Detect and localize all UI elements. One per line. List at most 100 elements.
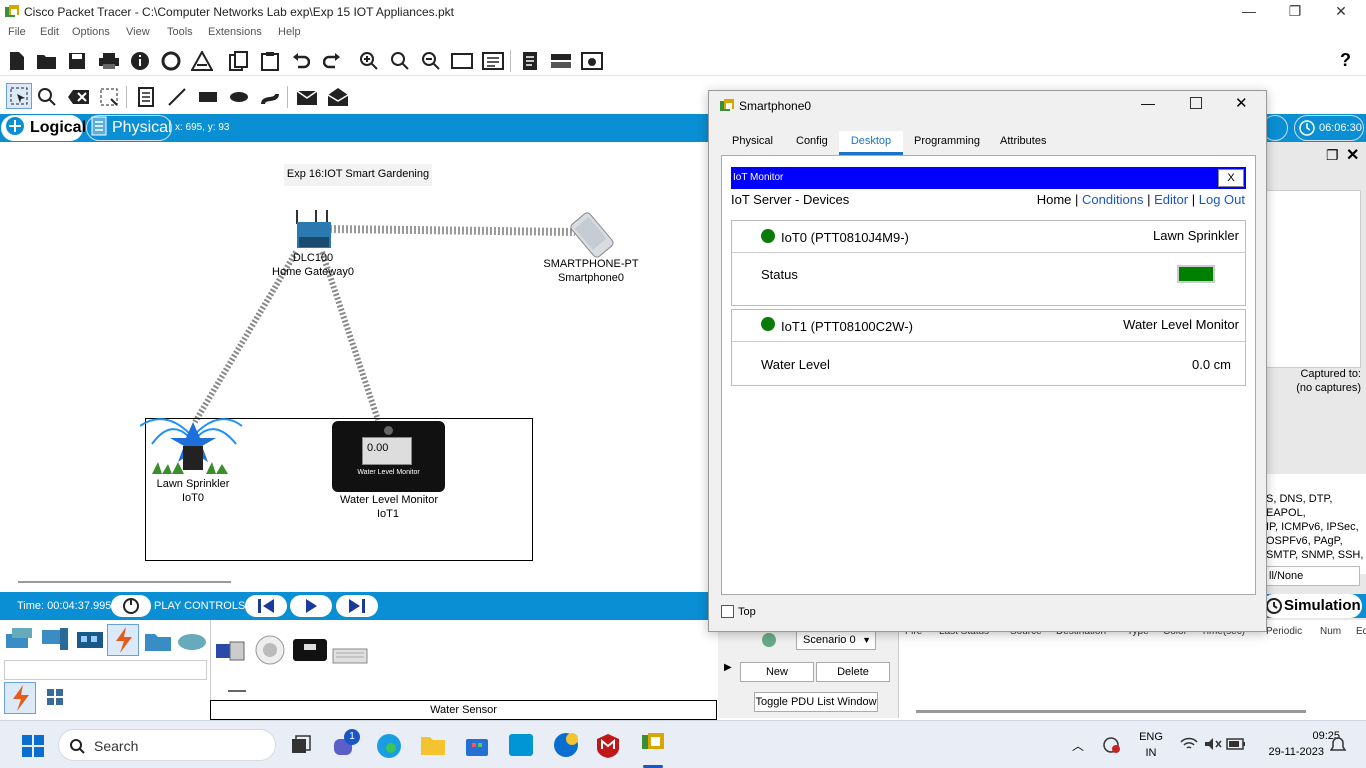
- multiuser-cloud-icon[interactable]: [176, 626, 208, 657]
- device-header-iot1[interactable]: IoT1 (PTT08100C2W-) Water Level Monitor: [732, 310, 1245, 342]
- lang-secondary[interactable]: IN: [1138, 747, 1164, 759]
- device-card-iot0[interactable]: IoT0 (PTT0810J4M9-) Lawn Sprinkler Statu…: [731, 220, 1246, 306]
- lang-primary[interactable]: ENG: [1138, 731, 1164, 743]
- device-subtype-field[interactable]: [4, 660, 207, 680]
- sensor-item-1-icon[interactable]: [214, 636, 248, 669]
- menu-tools[interactable]: Tools: [167, 26, 193, 38]
- drawing-palette-icon[interactable]: [451, 50, 473, 72]
- sensor-item-2-icon[interactable]: [254, 634, 286, 669]
- undo-icon[interactable]: [290, 50, 312, 72]
- notifications-bell-icon[interactable]: [1329, 737, 1347, 756]
- info-icon[interactable]: [129, 50, 151, 72]
- complex-pdu-icon[interactable]: [327, 86, 349, 108]
- water-level-monitor-icon[interactable]: 0.00 Water Level Monitor: [332, 421, 445, 492]
- power-cycle-button[interactable]: [111, 595, 151, 617]
- dialog-close-button[interactable]: ✕: [1235, 94, 1248, 112]
- toggle-pdu-list-button[interactable]: Toggle PDU List Window: [754, 692, 878, 712]
- expand-arrow-icon[interactable]: ▶: [724, 662, 732, 673]
- taskbar-date[interactable]: 29-11-2023: [1260, 746, 1324, 758]
- tab-physical[interactable]: Physical: [732, 135, 773, 155]
- menu-view[interactable]: View: [126, 26, 150, 38]
- close-panel-icon[interactable]: ✕: [1346, 145, 1359, 165]
- activity-wizard-icon[interactable]: [191, 50, 213, 72]
- myhp-icon[interactable]: [508, 733, 534, 760]
- network-wizard-icon[interactable]: [160, 50, 182, 72]
- place-note-icon[interactable]: [135, 86, 157, 108]
- battery-icon[interactable]: [1226, 737, 1246, 754]
- dialog-maximize-button[interactable]: [1190, 97, 1202, 109]
- new-scenario-button[interactable]: New: [740, 662, 814, 682]
- volume-muted-icon[interactable]: [1204, 737, 1222, 754]
- delete-icon[interactable]: [67, 86, 89, 108]
- menu-options[interactable]: Options: [72, 26, 110, 38]
- realtime-clock[interactable]: 06:06:30: [1294, 115, 1364, 141]
- tab-attributes[interactable]: Attributes: [1000, 135, 1046, 155]
- device-card-iot1[interactable]: IoT1 (PTT08100C2W-) Water Level Monitor …: [731, 309, 1246, 386]
- miscellaneous-icon[interactable]: [143, 626, 173, 657]
- packet-tracer-taskbar-icon[interactable]: [640, 731, 666, 760]
- play-button[interactable]: [290, 595, 332, 617]
- inspect-icon[interactable]: [36, 86, 58, 108]
- pdu-list-icon[interactable]: [519, 50, 541, 72]
- canvas-note[interactable]: Exp 16:IOT Smart Gardening: [284, 164, 432, 186]
- minimize-button[interactable]: —: [1226, 0, 1272, 24]
- zoom-in-icon[interactable]: [358, 50, 380, 72]
- grid-icon[interactable]: [46, 688, 64, 709]
- draw-rectangle-icon[interactable]: [197, 86, 219, 108]
- show-hidden-icons[interactable]: ︿: [1072, 737, 1084, 754]
- redo-icon[interactable]: [321, 50, 343, 72]
- draw-ellipse-icon[interactable]: [228, 86, 250, 108]
- step-forward-button[interactable]: [336, 595, 378, 617]
- freeform-icon[interactable]: [259, 86, 281, 108]
- canvas-scrollbar[interactable]: [18, 581, 231, 583]
- nav-home[interactable]: Home: [1037, 192, 1072, 207]
- tab-config[interactable]: Config: [796, 135, 828, 155]
- help-icon[interactable]: ?: [1340, 50, 1351, 71]
- simulation-tab[interactable]: Simulation: [1262, 594, 1362, 618]
- file-explorer-icon[interactable]: [420, 733, 446, 760]
- menu-help[interactable]: Help: [278, 26, 301, 38]
- end-devices-icon[interactable]: [40, 626, 70, 657]
- draw-line-icon[interactable]: [166, 86, 188, 108]
- nav-conditions[interactable]: Conditions: [1082, 192, 1143, 207]
- screenshot-icon[interactable]: [581, 50, 603, 72]
- hp-support-icon[interactable]: [552, 731, 580, 762]
- zoom-reset-icon[interactable]: [389, 50, 411, 72]
- float-icon[interactable]: ❐: [1326, 147, 1339, 164]
- mcafee-icon[interactable]: [596, 733, 620, 762]
- device-template-icon[interactable]: [550, 50, 572, 72]
- wifi-icon[interactable]: [1180, 737, 1198, 754]
- dialog-minimize-button[interactable]: —: [1141, 95, 1155, 111]
- home-gateway-icon[interactable]: [293, 207, 333, 256]
- status-indicator[interactable]: [1177, 265, 1215, 283]
- tab-desktop[interactable]: Desktop: [839, 131, 903, 155]
- simple-pdu-icon[interactable]: [296, 86, 318, 108]
- logical-workspace[interactable]: [0, 142, 712, 592]
- menu-file[interactable]: File: [8, 26, 26, 38]
- water-sensor-item-icon[interactable]: [292, 638, 328, 665]
- physical-view-tab[interactable]: Physical: [86, 115, 172, 141]
- resize-shape-icon[interactable]: [98, 86, 120, 108]
- delete-scenario-button[interactable]: Delete: [816, 662, 890, 682]
- event-list[interactable]: [1266, 190, 1361, 368]
- windows-start-icon[interactable]: [22, 735, 44, 760]
- logical-view-tab[interactable]: Logical: [1, 115, 86, 141]
- sensor-item-4-icon[interactable]: [332, 648, 368, 667]
- tab-programming[interactable]: Programming: [914, 135, 980, 155]
- smartphone-icon[interactable]: [562, 212, 622, 261]
- save-icon[interactable]: [66, 50, 88, 72]
- custom-device-icon[interactable]: [482, 50, 504, 72]
- network-status-icon[interactable]: [1102, 737, 1120, 756]
- show-all-none-button[interactable]: ll/None: [1266, 566, 1360, 586]
- top-checkbox[interactable]: [721, 605, 734, 618]
- task-view-icon[interactable]: [290, 735, 312, 758]
- iot-monitor-close-button[interactable]: X: [1218, 169, 1244, 187]
- info-circle-icon[interactable]: [762, 633, 776, 647]
- menu-edit[interactable]: Edit: [40, 26, 59, 38]
- lawn-sprinkler-icon[interactable]: [139, 404, 246, 481]
- store-icon[interactable]: [464, 733, 490, 760]
- pdu-scrollbar[interactable]: [916, 710, 1306, 713]
- step-back-button[interactable]: [245, 595, 287, 617]
- copy-icon[interactable]: [228, 50, 250, 72]
- menu-extensions[interactable]: Extensions: [208, 26, 262, 38]
